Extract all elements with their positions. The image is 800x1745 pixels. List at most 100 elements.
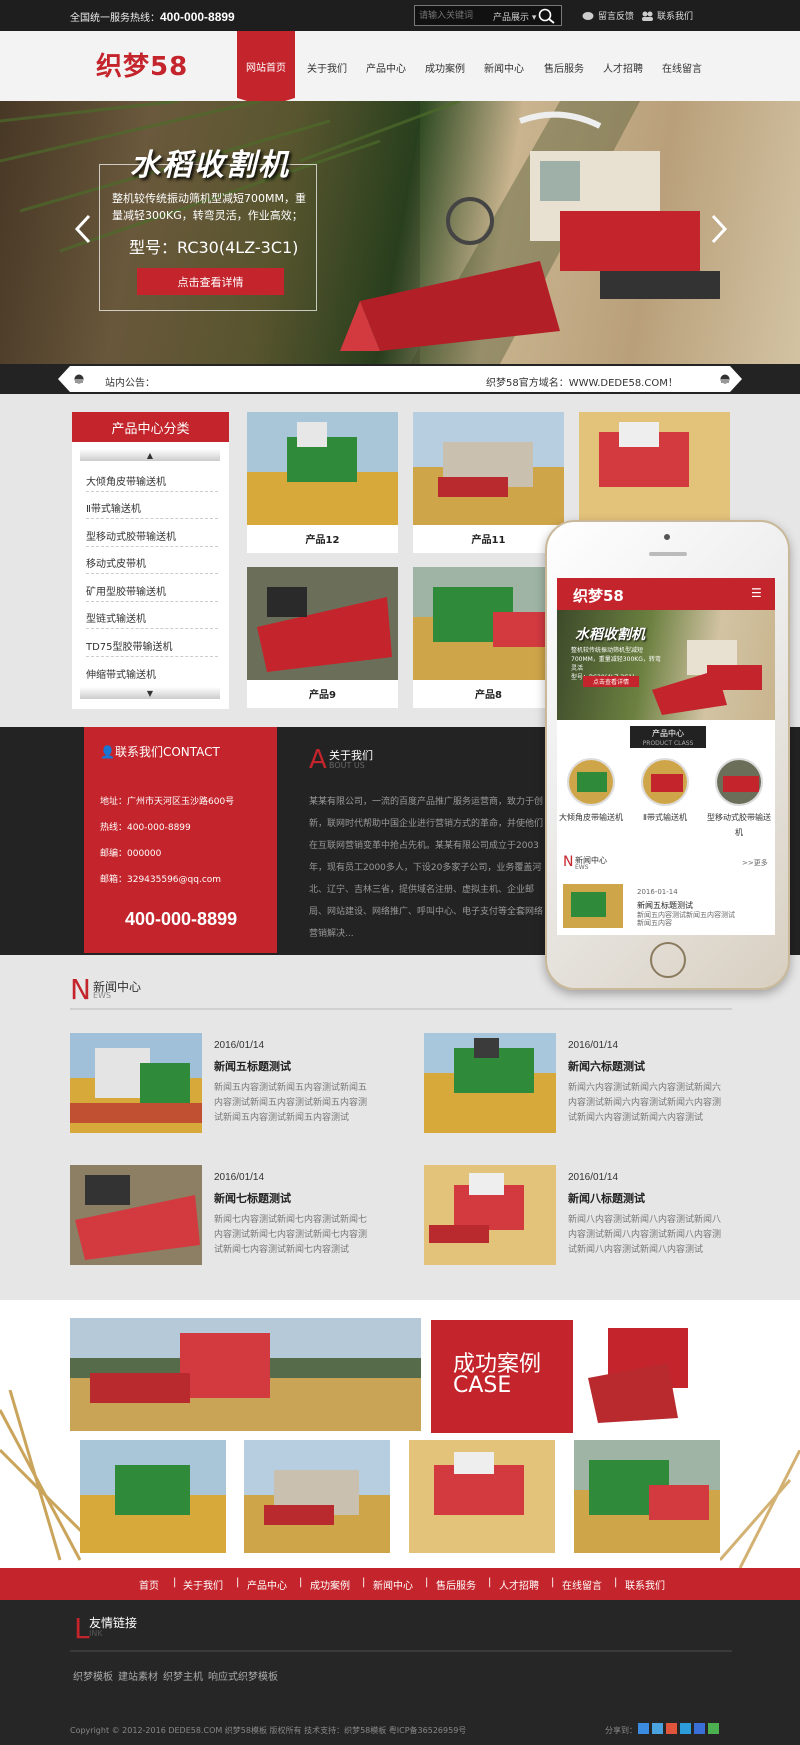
share-tqq-icon[interactable] bbox=[652, 1723, 663, 1734]
product-card[interactable]: 产品12 bbox=[247, 412, 398, 553]
footer-nav-item[interactable]: 产品中心 bbox=[247, 1577, 287, 1592]
footer-nav-item[interactable]: 售后服务 bbox=[436, 1577, 476, 1592]
friend-link[interactable]: 织梦模板 bbox=[73, 1668, 113, 1683]
wheat-right-decoration bbox=[720, 1450, 800, 1568]
case-image[interactable] bbox=[70, 1318, 421, 1431]
product-image bbox=[247, 567, 398, 680]
share-qzone-icon[interactable] bbox=[638, 1723, 649, 1734]
news-image[interactable] bbox=[424, 1033, 556, 1133]
friend-link[interactable]: 织梦主机 bbox=[163, 1668, 203, 1683]
guestbook-link[interactable]: 留言反馈 bbox=[582, 9, 634, 22]
footer-nav-divider: | bbox=[236, 1577, 240, 1588]
share-renren-icon[interactable] bbox=[694, 1723, 705, 1734]
hotline: 全国统一服务热线：400-000-8899 bbox=[70, 9, 235, 24]
category-scroll-up-icon[interactable]: ▲ bbox=[80, 449, 220, 461]
nav-service[interactable]: 售后服务 bbox=[544, 60, 584, 75]
share-label: 分享到： bbox=[605, 1726, 637, 1735]
nav-message[interactable]: 在线留言 bbox=[662, 60, 702, 75]
logo[interactable]: 织梦58 bbox=[96, 46, 188, 83]
case-image[interactable] bbox=[574, 1440, 720, 1553]
copyright: Copyright © 2012-2016 DEDE58.COM 织梦58模板 … bbox=[70, 1726, 467, 1735]
news-image[interactable] bbox=[70, 1165, 202, 1265]
banner-prev-arrow-icon[interactable] bbox=[74, 214, 94, 244]
phone-menu-icon[interactable]: ☰ bbox=[751, 586, 762, 600]
category-item[interactable]: 型移动式胶带输送机 bbox=[86, 520, 218, 547]
news-image[interactable] bbox=[424, 1165, 556, 1265]
nav-home[interactable]: 网站首页 bbox=[237, 31, 295, 107]
search-input[interactable] bbox=[419, 9, 489, 23]
news-text: 新闻八内容测试新闻八内容测试新闻八内容测试新闻八内容测试新闻八内容测试新闻八内容… bbox=[568, 1215, 722, 1255]
notice-left-icon bbox=[74, 374, 84, 384]
category-item[interactable]: 矿用型胶带输送机 bbox=[86, 575, 218, 602]
search-category-select[interactable]: 产品展示 ▾ bbox=[493, 10, 536, 23]
contact-title-label: 联系我们CONTACT bbox=[114, 745, 220, 759]
category-item[interactable]: 型链式输送机 bbox=[86, 602, 218, 629]
banner-next-arrow-icon[interactable] bbox=[708, 214, 728, 244]
product-card[interactable]: 产品8 bbox=[413, 567, 564, 708]
case-image[interactable] bbox=[578, 1318, 730, 1431]
share-wechat-icon[interactable] bbox=[708, 1723, 719, 1734]
category-scroll-down-icon[interactable]: ▼ bbox=[80, 687, 220, 699]
footer-nav-item[interactable]: 成功案例 bbox=[310, 1577, 350, 1592]
footer-nav-item[interactable]: 关于我们 bbox=[183, 1577, 223, 1592]
nav-about[interactable]: 关于我们 bbox=[307, 60, 347, 75]
case-image[interactable] bbox=[409, 1440, 555, 1553]
share-weibo-icon[interactable] bbox=[666, 1723, 677, 1734]
contact-hotline: 热线：400-000-8899 bbox=[100, 823, 191, 833]
phone-product-circle[interactable] bbox=[641, 758, 689, 806]
phone-more-link[interactable]: >>更多 bbox=[742, 858, 768, 868]
category-title: 产品中心分类 bbox=[72, 412, 229, 442]
footer-nav-item[interactable]: 人才招聘 bbox=[499, 1577, 539, 1592]
contact-email[interactable]: 邮箱：329435596@qq.com bbox=[100, 872, 221, 885]
banner-detail-button[interactable]: 点击查看详情 bbox=[137, 268, 284, 295]
news-headline[interactable]: 新闻八标题测试 bbox=[568, 1190, 645, 1206]
news-image[interactable] bbox=[70, 1033, 202, 1133]
notice-right-icon bbox=[720, 374, 730, 384]
search-icon[interactable] bbox=[537, 7, 557, 25]
contact-link[interactable]: 联系我们 bbox=[641, 9, 693, 22]
friend-link[interactable]: 建站素材 bbox=[118, 1668, 158, 1683]
phone-logo: 织梦58 bbox=[573, 587, 624, 605]
nav-cases[interactable]: 成功案例 bbox=[425, 60, 465, 75]
news-headline[interactable]: 新闻七标题测试 bbox=[214, 1190, 291, 1206]
news-headline[interactable]: 新闻六标题测试 bbox=[568, 1058, 645, 1074]
phone-product-label: Ⅱ带式输送机 bbox=[643, 813, 687, 822]
case-image[interactable] bbox=[80, 1440, 226, 1553]
news-headline[interactable]: 新闻五标题测试 bbox=[214, 1058, 291, 1074]
footer-nav-item[interactable]: 新闻中心 bbox=[373, 1577, 413, 1592]
phone-product-tab-sub: PRODUCT CLASS bbox=[642, 740, 694, 747]
category-item[interactable]: TD75型胶带输送机 bbox=[86, 630, 218, 657]
product-card[interactable]: 产品11 bbox=[413, 412, 564, 553]
phone-product-circle[interactable] bbox=[567, 758, 615, 806]
phone-news-headline[interactable]: 新闻五标题测试 bbox=[637, 900, 693, 911]
friend-link[interactable]: 响应式织梦模板 bbox=[208, 1668, 278, 1683]
phone-banner-title: 水稻收割机 bbox=[575, 627, 645, 643]
footer-nav-divider: | bbox=[362, 1577, 366, 1588]
cases-title-en: CASE bbox=[453, 1373, 512, 1398]
category-item[interactable]: 移动式皮带机 bbox=[86, 547, 218, 574]
nav-products[interactable]: 产品中心 bbox=[366, 60, 406, 75]
product-card[interactable]: 产品9 bbox=[247, 567, 398, 708]
phone-product-tab-label: 产品中心 bbox=[652, 729, 684, 738]
chat-icon bbox=[582, 11, 594, 20]
phone-banner-desc-text: 整机较传统振动筛机型减短700MM，重量减轻300KG，转弯灵活 bbox=[571, 647, 661, 672]
phone-product-image bbox=[717, 760, 761, 804]
case-image[interactable] bbox=[244, 1440, 390, 1553]
phone-product-circle[interactable] bbox=[715, 758, 763, 806]
footer-nav-item[interactable]: 在线留言 bbox=[562, 1577, 602, 1592]
phone-news-text: 新闻五内容测试新闻五内容测试新闻五内容 bbox=[637, 911, 735, 927]
notice-text[interactable]: 织梦58官方域名：WWW.DEDE58.COM！ bbox=[486, 374, 678, 389]
category-item[interactable]: Ⅱ带式输送机 bbox=[86, 492, 218, 519]
banner-model: 型号：RC30(4LZ-3C1) bbox=[129, 238, 299, 257]
category-item[interactable]: 大倾角皮带输送机 bbox=[86, 465, 218, 492]
nav-news[interactable]: 新闻中心 bbox=[484, 60, 524, 75]
footer-nav-item[interactable]: 联系我们 bbox=[625, 1577, 665, 1592]
footer-nav-item[interactable]: 首页 bbox=[139, 1577, 159, 1592]
news-date: 2016/01/14 bbox=[568, 1172, 619, 1183]
nav-jobs[interactable]: 人才招聘 bbox=[603, 60, 643, 75]
share-tencent-icon[interactable] bbox=[680, 1723, 691, 1734]
phone-banner-button[interactable]: 点击查看详情 bbox=[583, 676, 639, 687]
category-item[interactable]: 伸缩带式输送机 bbox=[86, 658, 218, 685]
product-image bbox=[579, 412, 730, 525]
footer-nav-divider: | bbox=[614, 1577, 618, 1588]
